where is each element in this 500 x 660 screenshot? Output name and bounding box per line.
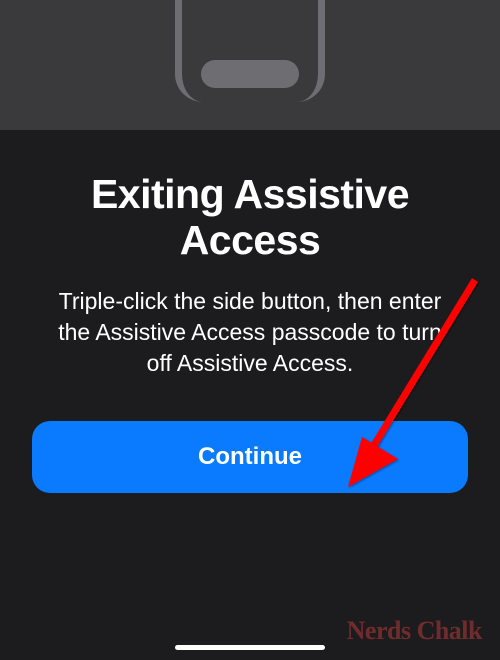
watermark-text: Nerds Chalk (347, 616, 482, 646)
dialog-description: Triple-click the side button, then enter… (28, 286, 472, 379)
dialog-title: Exiting Assistive Access (28, 172, 472, 264)
continue-button[interactable]: Continue (32, 421, 468, 493)
phone-side-button-icon (201, 60, 299, 88)
top-illustration-bar (0, 0, 500, 130)
dialog-content: Exiting Assistive Access Triple-click th… (0, 130, 500, 493)
phone-outline-icon (175, 0, 325, 102)
home-indicator (175, 645, 325, 650)
